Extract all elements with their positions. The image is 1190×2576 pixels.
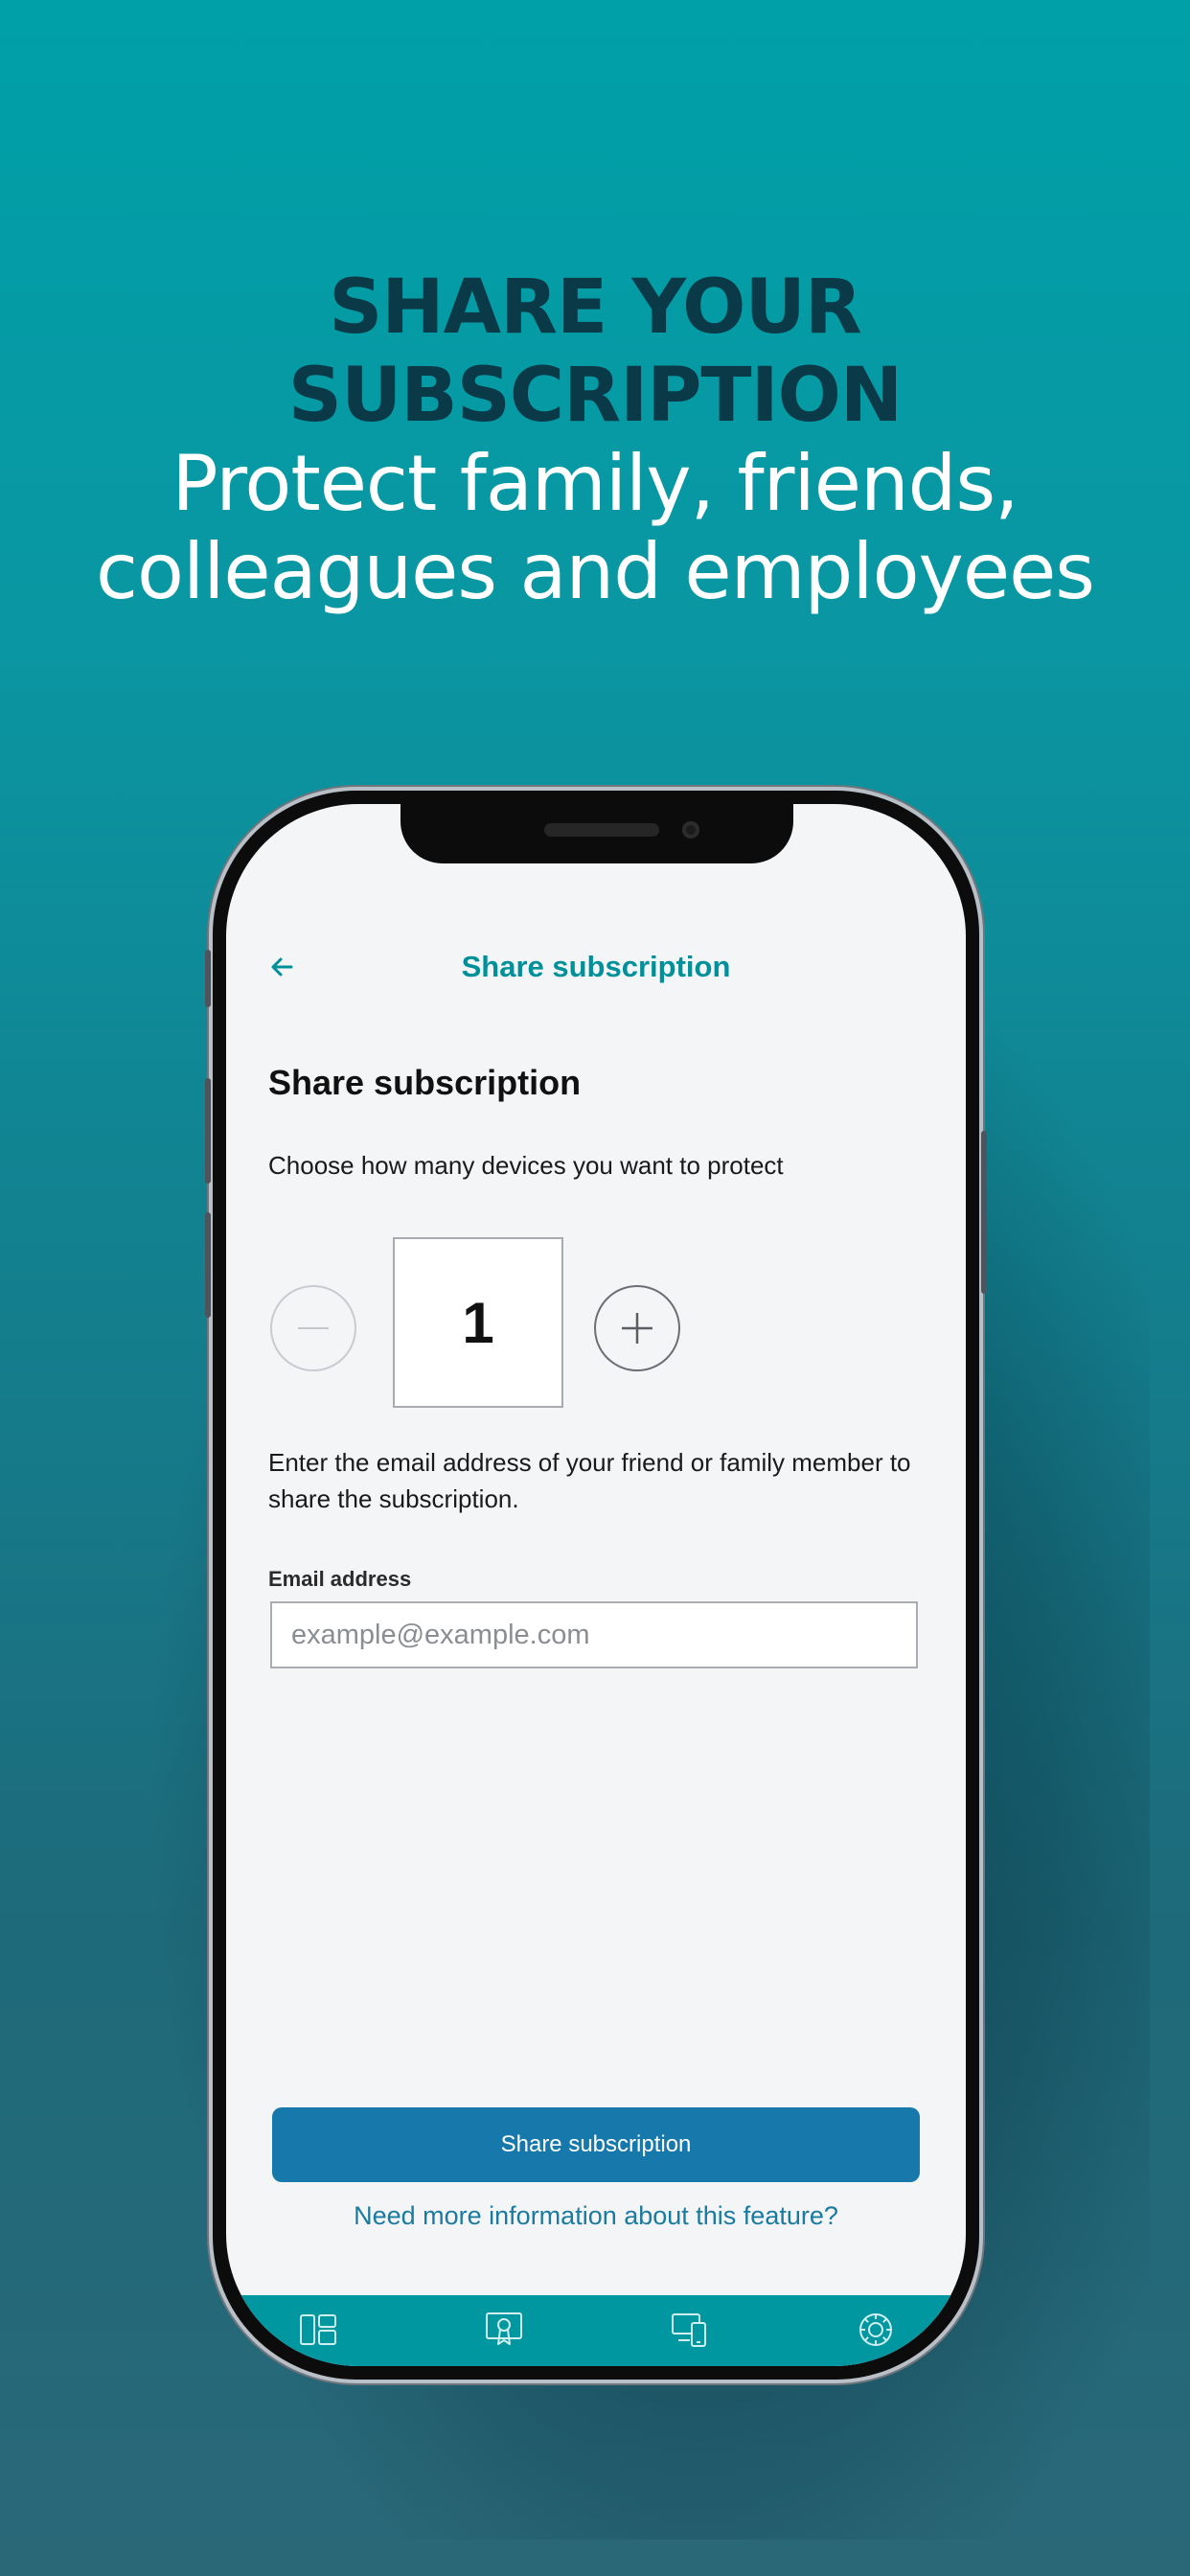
device-count-prompt: Choose how many devices you want to prot… <box>268 1151 784 1180</box>
email-field-label: Email address <box>268 1567 412 1591</box>
front-camera <box>682 821 699 839</box>
page-title: Share subscription <box>268 1063 582 1102</box>
dashboard-icon <box>300 2314 336 2345</box>
promo-subline: Protect family, friends, colleagues and … <box>0 440 1190 616</box>
increment-button[interactable] <box>594 1285 680 1371</box>
devices-icon <box>672 2313 706 2347</box>
promo-headline: SHARE YOUR SUBSCRIPTION <box>0 264 1190 440</box>
license-certificate-icon <box>486 2312 522 2345</box>
email-instructions: Enter the email address of your friend o… <box>268 1448 911 1513</box>
tab-license[interactable] <box>483 2309 525 2351</box>
plus-icon <box>622 1313 652 1344</box>
tab-settings[interactable] <box>855 2309 897 2351</box>
phone-notch <box>400 804 793 863</box>
settings-gear-icon <box>859 2313 892 2346</box>
mute-switch <box>205 950 211 1007</box>
top-app-bar: Share subscription <box>226 938 966 996</box>
headline-line-2: SUBSCRIPTION <box>287 353 903 439</box>
tab-dashboard[interactable] <box>297 2309 339 2351</box>
subline-line-1: Protect family, friends, <box>172 439 1018 528</box>
power-button <box>981 1131 987 1294</box>
volume-down-button <box>205 1212 211 1318</box>
volume-up-button <box>205 1078 211 1184</box>
speaker-grille <box>544 823 659 837</box>
subline-line-2: colleagues and employees <box>96 527 1095 616</box>
tab-devices[interactable] <box>669 2309 711 2351</box>
more-info-link[interactable]: Need more information about this feature… <box>226 2201 966 2231</box>
minus-icon <box>298 1327 329 1329</box>
app-screen: Share subscription Share subscription Ch… <box>226 804 966 2366</box>
phone-frame: Share subscription Share subscription Ch… <box>205 791 987 2380</box>
promo-header: SHARE YOUR SUBSCRIPTION Protect family, … <box>0 264 1190 616</box>
device-count-stepper: 1 <box>268 1237 699 1410</box>
decrement-button[interactable] <box>270 1285 356 1371</box>
email-field[interactable] <box>270 1601 918 1668</box>
device-count-value[interactable]: 1 <box>393 1237 563 1408</box>
bottom-tab-bar <box>226 2295 966 2366</box>
share-subscription-button[interactable]: Share subscription <box>272 2107 920 2182</box>
headline-line-1: SHARE YOUR <box>329 264 862 351</box>
app-bar-title: Share subscription <box>461 950 731 983</box>
